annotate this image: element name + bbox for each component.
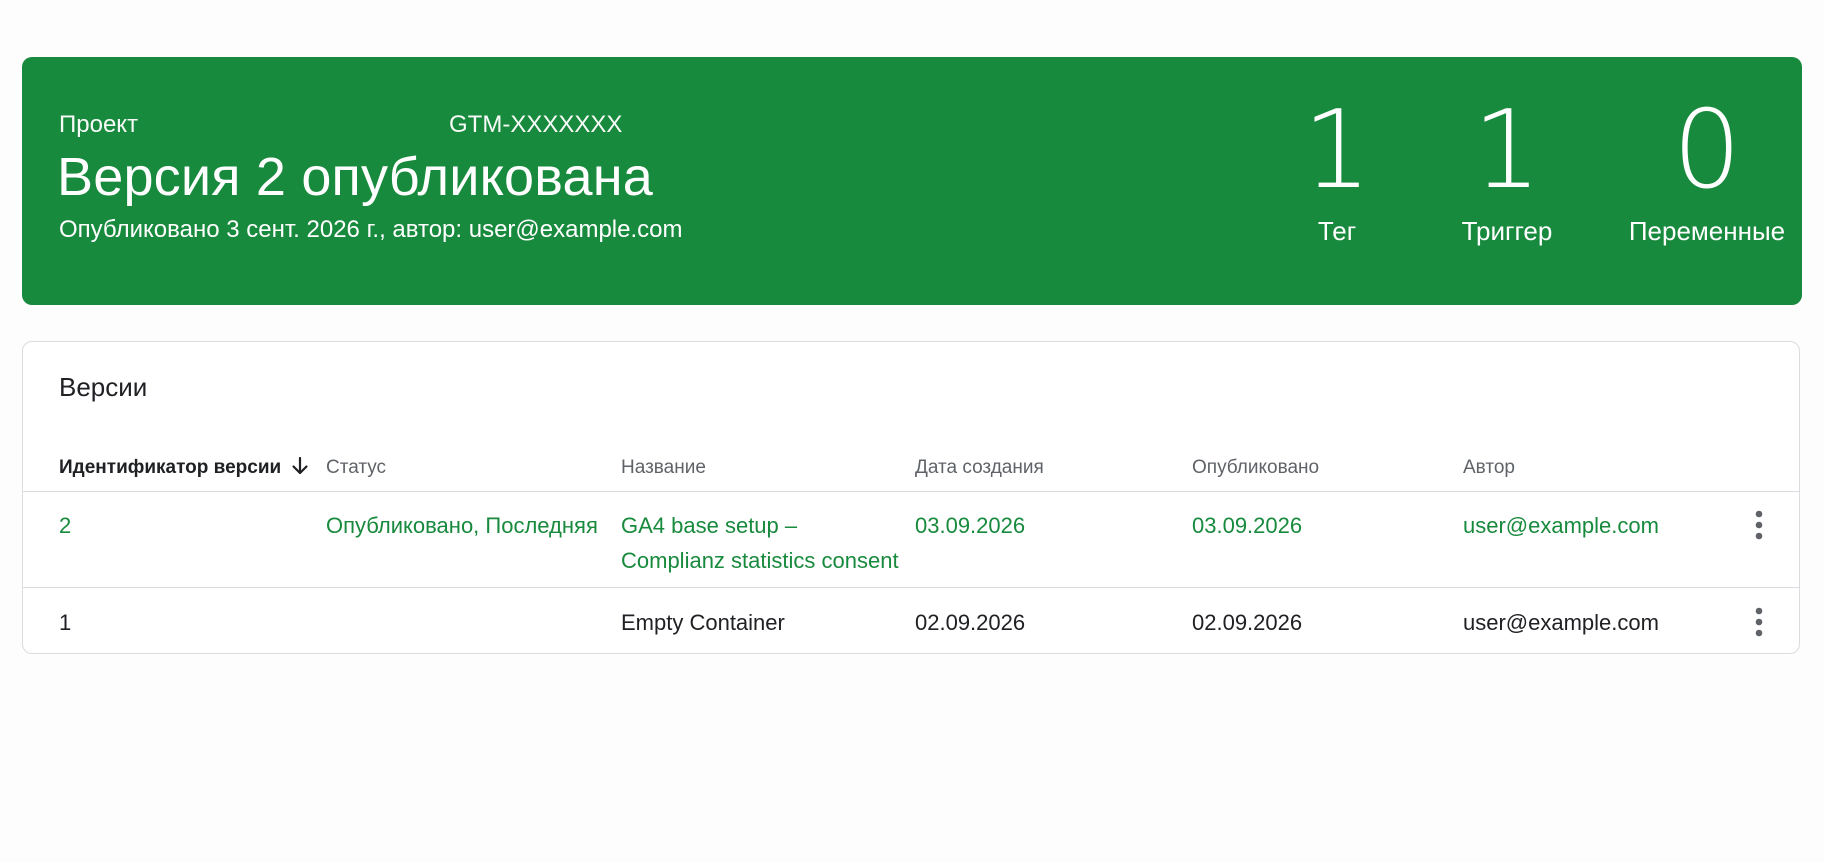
- column-header-version-id[interactable]: Идентификатор версии: [59, 456, 309, 483]
- table-row-version-1[interactable]: 1 Empty Container 02.09.2026 02.09.2026 …: [23, 589, 1799, 653]
- project-label: Проект: [59, 111, 139, 138]
- published-version-banner: Проект GTM-XXXXXXX Версия 2 опубликована…: [22, 57, 1802, 305]
- column-header-name[interactable]: Название: [621, 456, 706, 480]
- stat-triggers-label: Триггер: [1461, 216, 1553, 246]
- more-vert-icon[interactable]: [1747, 508, 1771, 544]
- stat-triggers: 1 Триггер: [1427, 95, 1587, 247]
- cell-version-id: 2: [59, 513, 72, 538]
- stat-triggers-count: 1: [1472, 88, 1542, 213]
- cell-name: GA4 base setup – Complianz statistics co…: [621, 513, 899, 573]
- container-id: GTM-XXXXXXX: [449, 111, 623, 138]
- cell-published: 03.09.2026: [1192, 513, 1303, 538]
- cell-name: Empty Container: [621, 610, 785, 635]
- stat-tags: 1 Тег: [1262, 95, 1412, 247]
- stat-variables-label: Переменные: [1628, 216, 1786, 246]
- cell-published: 02.09.2026: [1192, 610, 1303, 635]
- arrow-down-icon[interactable]: [291, 456, 309, 483]
- cell-author: user@example.com: [1463, 513, 1659, 538]
- versions-card: Версии Идентификатор версии Статус Назва…: [22, 341, 1800, 654]
- stat-variables: 0 Переменные: [1607, 95, 1807, 247]
- banner-title: Версия 2 опубликована: [57, 147, 654, 207]
- column-header-version-id-label: Идентификатор версии: [59, 457, 282, 478]
- stat-tags-label: Тег: [1317, 216, 1357, 246]
- cell-created: 03.09.2026: [915, 513, 1026, 538]
- stat-variables-count: 0: [1672, 88, 1742, 213]
- column-header-author[interactable]: Автор: [1463, 456, 1515, 480]
- cell-author: user@example.com: [1463, 610, 1659, 635]
- versions-table-header: Идентификатор версии Статус Название Дат…: [23, 446, 1799, 492]
- banner-subtitle: Опубликовано 3 сент. 2026 г., автор: use…: [59, 216, 683, 243]
- page: Проект GTM-XXXXXXX Версия 2 опубликована…: [0, 0, 1824, 862]
- cell-status: Опубликовано, Последняя: [326, 513, 598, 538]
- table-row-version-2[interactable]: 2 Опубликовано, Последняя GA4 base setup…: [23, 492, 1799, 588]
- column-header-published[interactable]: Опубликовано: [1192, 456, 1319, 480]
- column-header-created[interactable]: Дата создания: [915, 456, 1044, 480]
- more-vert-icon[interactable]: [1747, 605, 1771, 641]
- stat-tags-count: 1: [1302, 88, 1372, 213]
- column-header-status[interactable]: Статус: [326, 456, 386, 480]
- cell-created: 02.09.2026: [915, 610, 1026, 635]
- cell-version-id: 1: [59, 610, 72, 635]
- versions-title: Версии: [59, 372, 148, 402]
